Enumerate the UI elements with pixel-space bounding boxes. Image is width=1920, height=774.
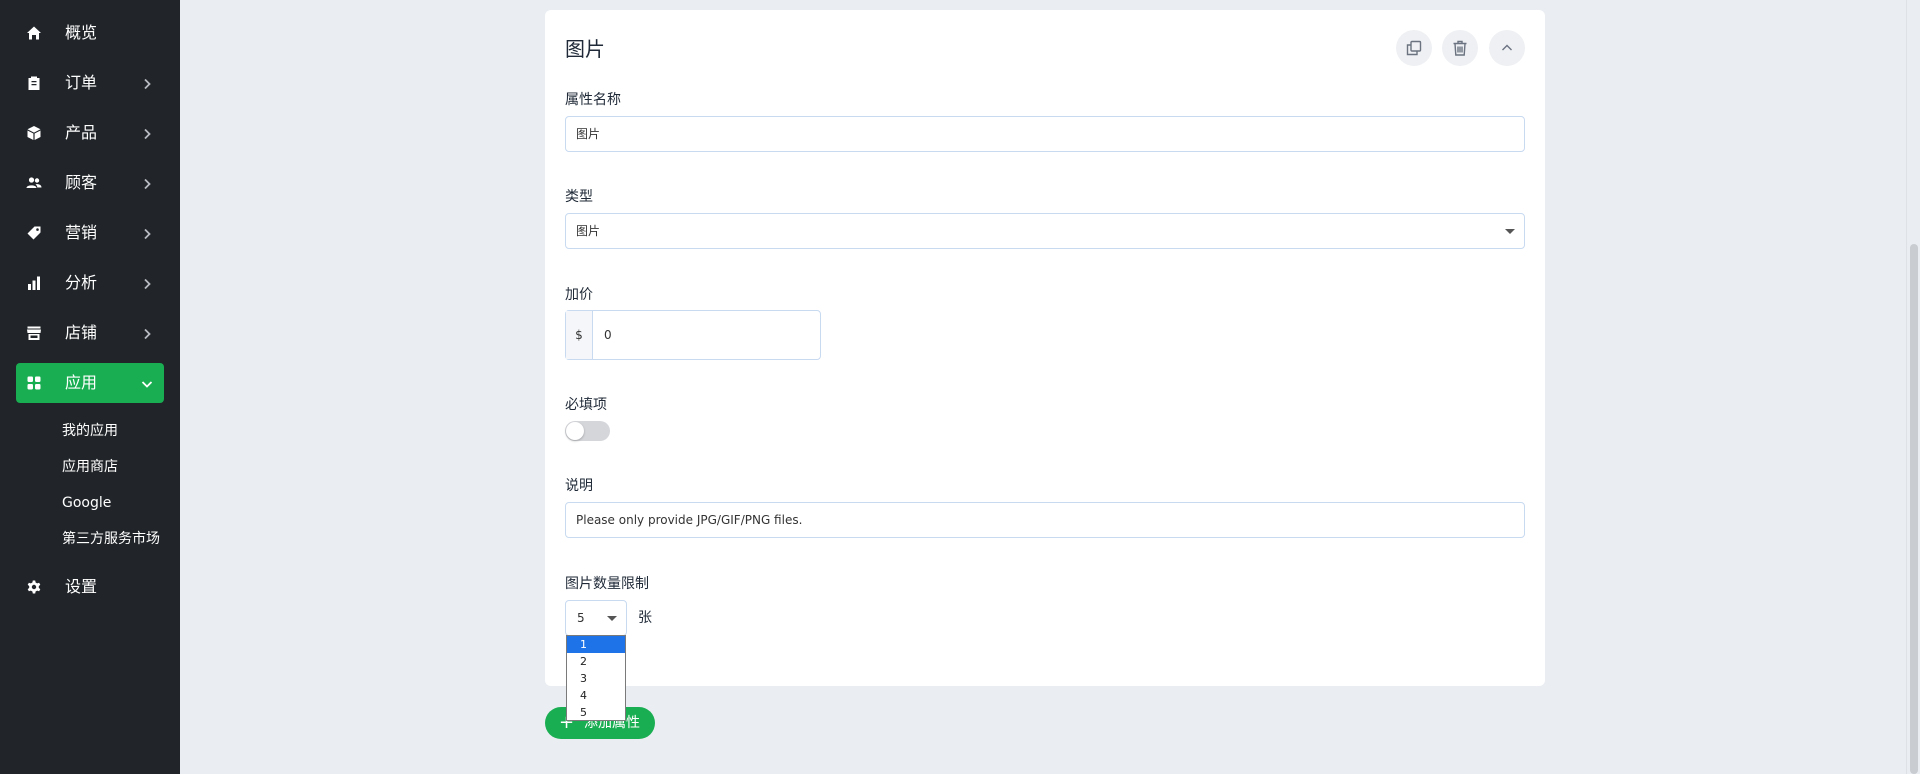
type-label: 类型 <box>565 189 593 205</box>
gear-icon <box>26 579 42 595</box>
image-limit-label: 图片数量限制 <box>565 576 649 592</box>
scrollbar-thumb[interactable] <box>1910 244 1918 774</box>
sidebar-item-products[interactable]: 产品 <box>16 113 164 153</box>
sidebar-item-label: 概览 <box>65 23 98 42</box>
chevron-right-icon <box>140 226 154 240</box>
sidebar-item-apps[interactable]: 应用 <box>16 363 164 403</box>
sidebar-item-label: 订单 <box>65 73 98 92</box>
sidebar-item-analytics[interactable]: 分析 <box>16 263 164 303</box>
bar-chart-icon <box>26 275 42 291</box>
sidebar-item-label: 应用 <box>65 373 98 392</box>
chevron-right-icon <box>140 276 154 290</box>
description-label: 说明 <box>565 478 593 494</box>
sidebar-item-orders[interactable]: 订单 <box>16 63 164 103</box>
store-icon <box>26 325 42 341</box>
dropdown-option[interactable]: 5 <box>567 704 625 721</box>
delete-button[interactable] <box>1442 30 1478 66</box>
currency-prefix: $ <box>566 311 593 359</box>
image-limit-value: 5 <box>577 611 585 625</box>
chevron-right-icon <box>140 326 154 340</box>
caret-down-icon <box>607 616 617 621</box>
home-icon <box>26 25 42 41</box>
chevron-right-icon <box>140 76 154 90</box>
sidebar-item-label: 产品 <box>65 123 98 142</box>
image-limit-select[interactable]: 5 <box>565 600 627 636</box>
toggle-knob <box>566 422 584 440</box>
sidebar-subitem-google[interactable]: Google <box>62 494 111 512</box>
dropdown-option[interactable]: 4 <box>567 687 625 704</box>
dropdown-option[interactable]: 3 <box>567 670 625 687</box>
sidebar-item-marketing[interactable]: 营销 <box>16 213 164 253</box>
clipboard-icon <box>26 75 42 91</box>
sidebar-subitem-app-store[interactable]: 应用商店 <box>62 458 118 476</box>
required-label: 必填项 <box>565 397 607 413</box>
sidebar-item-label: 分析 <box>65 273 98 292</box>
caret-down-icon <box>1505 229 1515 234</box>
dropdown-option[interactable]: 2 <box>567 653 625 670</box>
type-select-value: 图片 <box>576 224 601 238</box>
sidebar-item-label: 店铺 <box>65 323 98 342</box>
price-input[interactable]: 0 <box>604 311 612 359</box>
type-select[interactable]: 图片 <box>565 213 1525 249</box>
description-input[interactable]: Please only provide JPG/GIF/PNG files. <box>565 502 1525 538</box>
sidebar: 概览 订单 产品 顾客 营销 分析 店铺 应用 我的应用 应用商店 Google… <box>0 0 180 774</box>
sidebar-subitem-my-apps[interactable]: 我的应用 <box>62 422 118 440</box>
chevron-right-icon <box>140 176 154 190</box>
tag-icon <box>26 225 42 241</box>
box-icon <box>26 125 42 141</box>
attribute-name-input[interactable]: 图片 <box>565 116 1525 152</box>
apps-icon <box>26 375 42 391</box>
chevron-right-icon <box>140 126 154 140</box>
attribute-card: 图片 属性名称 图片 类型 图片 加价 $ 0 必填项 说明 Please on… <box>545 10 1545 686</box>
sidebar-subitem-marketplace[interactable]: 第三方服务市场 <box>62 530 160 548</box>
trash-icon <box>1453 40 1467 56</box>
copy-icon <box>1406 40 1422 56</box>
collapse-button[interactable] <box>1489 30 1525 66</box>
price-input-group[interactable]: $ 0 <box>565 310 821 360</box>
sidebar-item-label: 顾客 <box>65 173 98 192</box>
duplicate-button[interactable] <box>1396 30 1432 66</box>
required-toggle[interactable] <box>565 421 610 441</box>
image-limit-dropdown: 1 2 3 4 5 <box>566 635 626 721</box>
sidebar-item-overview[interactable]: 概览 <box>16 13 164 53</box>
sidebar-item-label: 营销 <box>65 223 98 242</box>
sidebar-item-store[interactable]: 店铺 <box>16 313 164 353</box>
sidebar-item-settings[interactable]: 设置 <box>16 567 164 607</box>
sidebar-item-label: 设置 <box>65 577 98 596</box>
image-limit-unit: 张 <box>638 610 652 626</box>
card-title: 图片 <box>565 37 605 61</box>
chevron-down-icon <box>140 376 154 390</box>
price-label: 加价 <box>565 287 593 303</box>
dropdown-option[interactable]: 1 <box>567 636 625 653</box>
users-icon <box>26 175 42 191</box>
attribute-name-label: 属性名称 <box>565 92 621 108</box>
sidebar-item-customers[interactable]: 顾客 <box>16 163 164 203</box>
chevron-up-icon <box>1502 44 1512 51</box>
